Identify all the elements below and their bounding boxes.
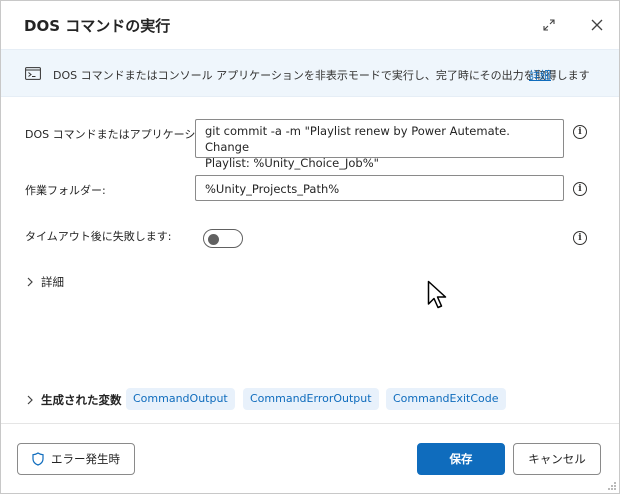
command-input[interactable]: git commit -a -m "Playlist renew by Powe… (195, 119, 564, 170)
info-icon[interactable]: i (573, 231, 587, 245)
command-prompt-icon (25, 67, 41, 83)
cancel-button[interactable]: キャンセル (513, 443, 601, 475)
chevron-right-icon (23, 393, 37, 407)
command-label: DOS コマンドまたはアプリケーション: (25, 128, 222, 141)
toggle-knob (208, 233, 219, 245)
chevron-right-icon (23, 275, 37, 289)
timeout-label: タイムアウト後に失敗します: (25, 230, 172, 243)
shield-icon (32, 452, 44, 466)
on-error-label: エラー発生時 (51, 452, 120, 466)
run-dos-command-dialog: DOS コマンドの実行 DOS コマンドまたはコンソール アプリケーションを非表… (0, 0, 620, 494)
timeout-toggle[interactable] (203, 229, 243, 248)
variables-expander[interactable]: 生成された変数 (23, 392, 122, 408)
mouse-pointer-icon (427, 280, 447, 309)
dialog-title: DOS コマンドの実行 (24, 17, 171, 35)
variable-chip-command-error-output[interactable]: CommandErrorOutput (243, 388, 379, 410)
info-icon[interactable]: i (573, 125, 587, 139)
info-icon[interactable]: i (573, 182, 587, 196)
variables-label: 生成された変数 (41, 393, 122, 407)
close-button[interactable] (583, 11, 611, 39)
banner-description: DOS コマンドまたはコンソール アプリケーションを非表示モードで実行し、完了時… (53, 69, 590, 82)
command-value-line2: Playlist: %Unity_Choice_Job%" (205, 156, 379, 170)
footer-divider (1, 423, 619, 424)
expand-button[interactable] (535, 11, 563, 39)
advanced-label: 詳細 (41, 275, 64, 289)
variable-chip-command-exit-code[interactable]: CommandExitCode (386, 388, 506, 410)
working-folder-input[interactable]: %Unity_Projects_Path% (195, 175, 564, 201)
learn-more-link[interactable]: 詳細 (529, 67, 551, 83)
close-icon (591, 19, 603, 31)
on-error-button[interactable]: エラー発生時 (17, 443, 135, 475)
advanced-expander[interactable]: 詳細 (23, 274, 64, 290)
title-bar: DOS コマンドの実行 (1, 1, 619, 49)
resize-grip-icon[interactable] (605, 479, 617, 491)
command-value-line1: git commit -a -m "Playlist renew by Powe… (205, 124, 510, 154)
save-button[interactable]: 保存 (417, 443, 505, 475)
variable-chip-command-output[interactable]: CommandOutput (126, 388, 235, 410)
working-folder-label: 作業フォルダー: (25, 184, 106, 197)
info-banner: DOS コマンドまたはコンソール アプリケーションを非表示モードで実行し、完了時… (1, 49, 619, 97)
expand-icon (543, 19, 555, 31)
